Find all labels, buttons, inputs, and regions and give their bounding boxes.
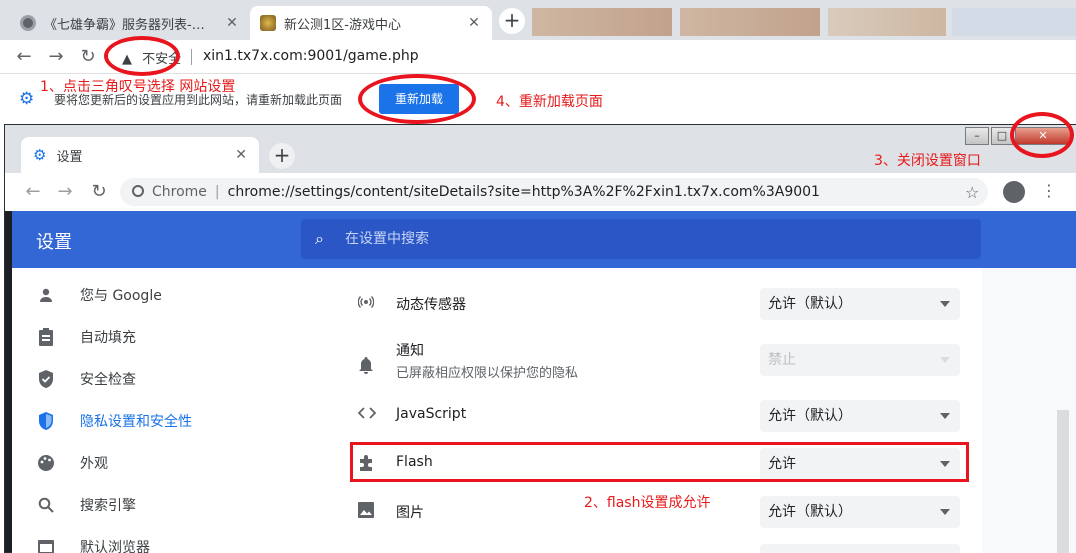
bell-icon bbox=[358, 356, 378, 376]
outer-tab-server-list[interactable]: 《七雄争霸》服务器列表-【天下 ✕ bbox=[10, 6, 250, 40]
annotation-circle-reload bbox=[358, 74, 476, 124]
next-permission-select[interactable] bbox=[760, 544, 960, 553]
sidebar-item-appearance[interactable]: 外观 bbox=[36, 448, 108, 478]
search-icon bbox=[36, 495, 56, 515]
more-menu-icon[interactable]: ⋮ bbox=[1041, 181, 1057, 200]
browser-icon bbox=[36, 537, 56, 553]
motion-sensors-select[interactable]: 允许（默认） bbox=[760, 288, 960, 320]
outer-tab-strip: 《七雄争霸》服务器列表-【天下 ✕ 新公测1区-游戏中心 ✕ + bbox=[0, 0, 1076, 40]
shield-icon bbox=[36, 411, 56, 431]
outer-tab-game-center[interactable]: 新公测1区-游戏中心 ✕ bbox=[250, 6, 492, 40]
inner-tab-settings[interactable]: ⚙ 设置 ✕ bbox=[21, 137, 259, 173]
sidebar-item-search-engine[interactable]: 搜索引擎 bbox=[36, 490, 136, 520]
settings-header: 设置 ⌕ 在设置中搜索 bbox=[12, 211, 1076, 268]
javascript-select[interactable]: 允许（默认） bbox=[760, 400, 960, 432]
globe-icon bbox=[20, 15, 36, 31]
annotation-circle-security bbox=[104, 36, 180, 76]
gear-icon: ⚙ bbox=[19, 89, 35, 109]
annotation-step4: 4、重新加载页面 bbox=[496, 94, 603, 110]
star-icon[interactable]: ☆ bbox=[965, 183, 979, 202]
settings-title: 设置 bbox=[36, 232, 72, 253]
permission-row-motion-sensors: 动态传感器 允许（默认） bbox=[300, 280, 982, 328]
settings-sidebar: 您与 Google 自动填充 安全检查 隐私设置和安全性 外观 搜索引擎 默认浏… bbox=[12, 268, 300, 553]
close-icon[interactable]: ✕ bbox=[466, 15, 482, 31]
search-icon: ⌕ bbox=[315, 229, 324, 248]
background-tab-ghost bbox=[532, 8, 672, 36]
forward-arrow-icon[interactable]: → bbox=[55, 182, 75, 202]
game-favicon-icon bbox=[260, 15, 276, 31]
outer-url[interactable]: xin1.tx7x.com:9001/game.php bbox=[203, 48, 419, 64]
settings-window: – □ ✕ ⚙ 设置 ✕ + ← → ↻ Chrome | chrome://set… bbox=[4, 124, 1076, 553]
annotation-box-flash bbox=[350, 442, 969, 482]
background-tab-ghost bbox=[952, 8, 1076, 36]
annotation-circle-close bbox=[1010, 112, 1074, 158]
dropdown-caret-icon bbox=[940, 413, 950, 419]
sidebar-item-privacy[interactable]: 隐私设置和安全性 bbox=[36, 406, 192, 436]
inner-toolbar: ← → ↻ Chrome | chrome://settings/content/s… bbox=[5, 173, 1076, 211]
settings-body: 您与 Google 自动填充 安全检查 隐私设置和安全性 外观 搜索引擎 默认浏… bbox=[12, 268, 1076, 553]
image-icon bbox=[358, 502, 378, 522]
code-icon bbox=[357, 406, 378, 426]
images-select[interactable]: 允许（默认） bbox=[760, 496, 960, 528]
back-arrow-icon[interactable]: ← bbox=[14, 47, 34, 67]
chrome-logo-icon bbox=[132, 185, 144, 197]
clipboard-icon bbox=[36, 327, 56, 347]
notifications-select: 禁止 bbox=[760, 344, 960, 376]
settings-search-input[interactable]: ⌕ 在设置中搜索 bbox=[301, 219, 981, 259]
back-arrow-icon[interactable]: ← bbox=[23, 182, 43, 202]
annotation-step2: 2、flash设置成允许 bbox=[584, 495, 711, 511]
omnibox-divider bbox=[191, 49, 192, 65]
scrollbar[interactable] bbox=[1057, 410, 1069, 553]
dropdown-caret-icon bbox=[940, 509, 950, 515]
sidebar-item-safety-check[interactable]: 安全检查 bbox=[36, 364, 136, 394]
dropdown-caret-icon bbox=[940, 357, 950, 363]
annotation-step1: 1、点击三角叹号选择 网站设置 bbox=[40, 79, 236, 95]
annotation-step3: 3、关闭设置窗口 bbox=[874, 153, 981, 169]
reload-icon[interactable]: ↻ bbox=[89, 182, 109, 202]
reload-icon[interactable]: ↻ bbox=[78, 47, 98, 67]
gear-icon: ⚙ bbox=[33, 146, 47, 164]
close-icon[interactable]: ✕ bbox=[224, 15, 240, 31]
sensor-icon bbox=[357, 294, 378, 314]
permission-row-javascript: JavaScript 允许（默认） bbox=[300, 392, 982, 440]
background-tab-ghost bbox=[680, 8, 820, 36]
minimize-button[interactable]: – bbox=[965, 127, 989, 145]
inner-omnibox[interactable]: Chrome | chrome://settings/content/siteDet… bbox=[120, 178, 988, 206]
forward-arrow-icon[interactable]: → bbox=[46, 47, 66, 67]
permission-row-notifications: 通知 已屏蔽相应权限以保护您的隐私 禁止 bbox=[300, 336, 982, 394]
sidebar-item-you-and-google[interactable]: 您与 Google bbox=[36, 280, 162, 310]
close-icon[interactable]: ✕ bbox=[235, 147, 247, 163]
sidebar-item-default-browser[interactable]: 默认浏览器 bbox=[36, 532, 150, 553]
new-tab-button[interactable]: + bbox=[499, 8, 525, 34]
sidebar-item-autofill[interactable]: 自动填充 bbox=[36, 322, 136, 352]
new-tab-button[interactable]: + bbox=[269, 143, 295, 169]
background-tab-ghost bbox=[828, 8, 946, 36]
palette-icon bbox=[36, 453, 56, 473]
shield-check-icon bbox=[36, 369, 56, 389]
dropdown-caret-icon bbox=[940, 301, 950, 307]
profile-avatar-icon[interactable] bbox=[1003, 181, 1025, 203]
person-icon bbox=[36, 285, 56, 305]
